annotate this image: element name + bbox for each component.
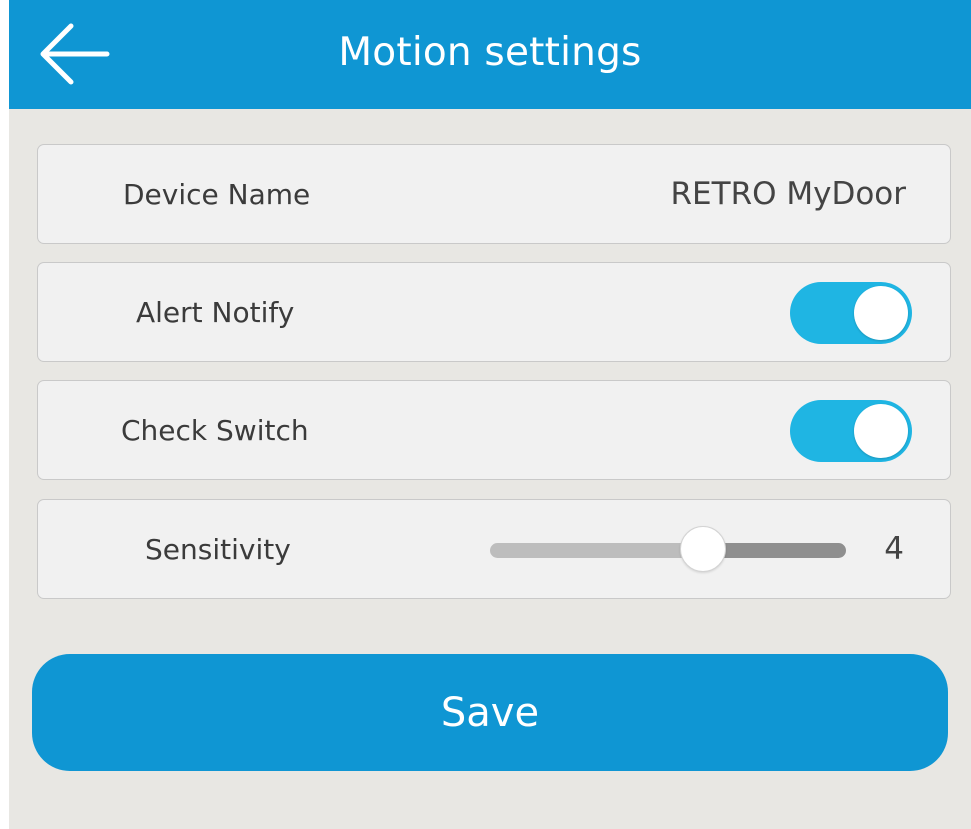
device-name-label: Device Name [123, 177, 311, 211]
page-title: Motion settings [338, 30, 642, 75]
sensitivity-slider[interactable] [486, 526, 848, 572]
check-switch-toggle[interactable] [790, 400, 912, 462]
alert-notify-label: Alert Notify [136, 295, 295, 329]
sensitivity-value: 4 [884, 531, 904, 567]
sensitivity-row: Sensitivity 4 [37, 499, 951, 599]
alert-notify-toggle[interactable] [790, 282, 912, 344]
motion-settings-screen: Motion settings Device Name RETRO MyDoor… [9, 0, 971, 829]
alert-notify-row: Alert Notify [37, 262, 951, 362]
sensitivity-slider-track-filled [490, 543, 703, 558]
save-button[interactable]: Save [32, 654, 948, 771]
device-name-value: RETRO MyDoor [670, 176, 907, 212]
alert-notify-toggle-knob [854, 286, 908, 340]
sensitivity-label: Sensitivity [145, 532, 291, 566]
sensitivity-slider-thumb[interactable] [680, 526, 726, 572]
check-switch-toggle-knob [854, 404, 908, 458]
check-switch-row: Check Switch [37, 380, 951, 480]
app-header: Motion settings [9, 0, 971, 109]
device-name-row[interactable]: Device Name RETRO MyDoor [37, 144, 951, 244]
check-switch-label: Check Switch [121, 413, 309, 447]
